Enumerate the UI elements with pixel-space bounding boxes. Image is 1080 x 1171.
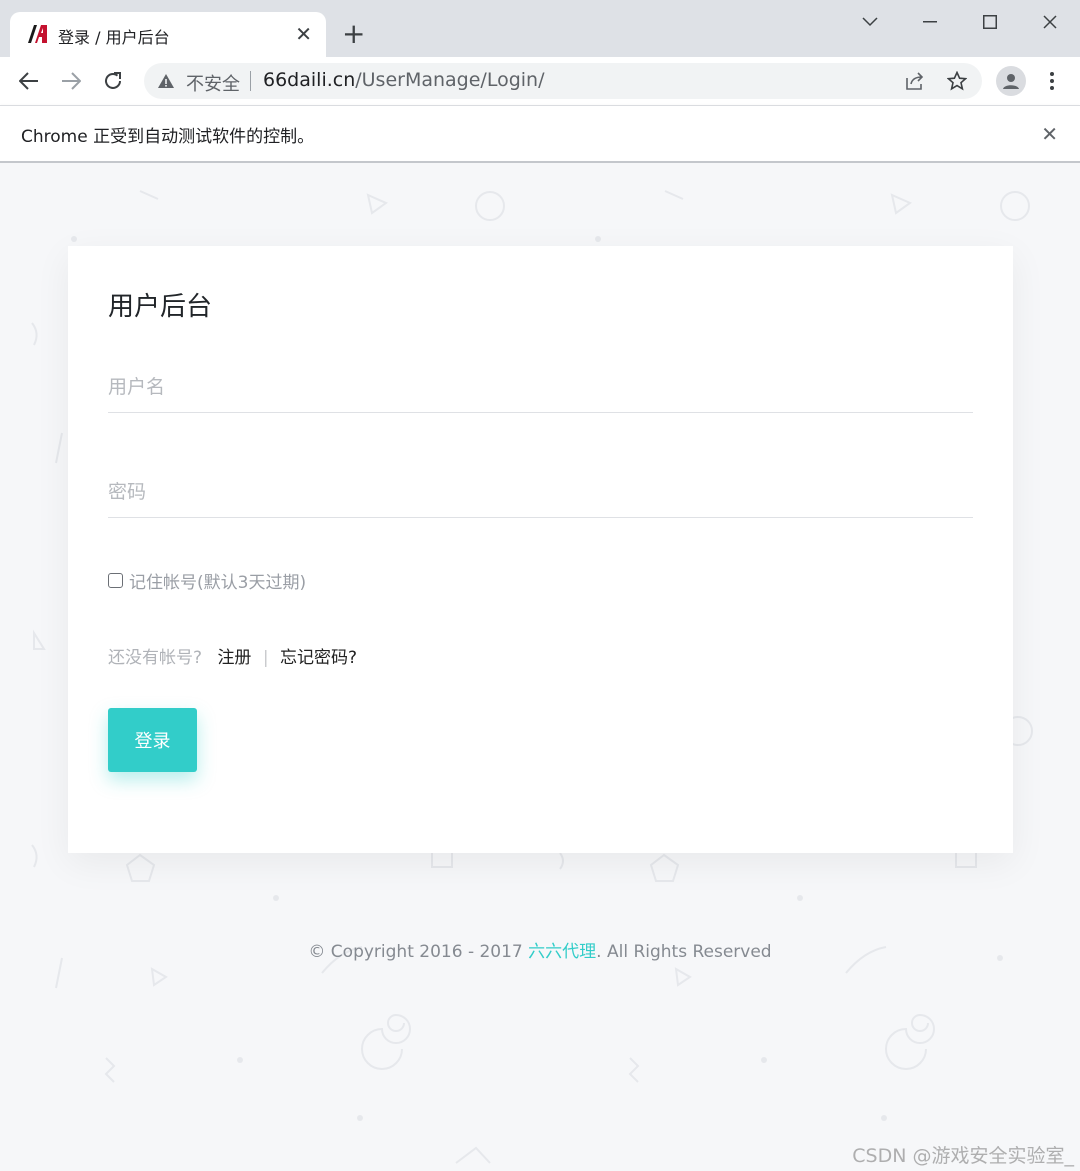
star-icon	[947, 71, 967, 91]
close-window-button[interactable]	[1030, 8, 1070, 36]
new-tab-button[interactable]: +	[342, 20, 365, 48]
page-title: 用户后台	[108, 292, 213, 322]
brand-link[interactable]: 六六代理	[528, 942, 596, 962]
browser-menu-button[interactable]	[1040, 66, 1064, 96]
reload-button[interactable]	[98, 66, 128, 96]
forgot-password-link[interactable]: 忘记密码?	[280, 648, 357, 668]
url-separator	[250, 71, 251, 91]
bookmark-button[interactable]	[946, 70, 968, 92]
share-icon	[906, 72, 924, 90]
share-button[interactable]	[904, 70, 926, 92]
menu-dots-icon	[1050, 72, 1054, 90]
footer-copyright: © Copyright 2016 - 2017 六六代理. All Rights…	[0, 937, 1080, 962]
browser-toolbar: 不安全 66daili.cn/UserManage/Login/	[0, 57, 1080, 105]
url-host: 66daili.cn	[263, 69, 356, 91]
tab-close-button[interactable]: ✕	[295, 22, 312, 46]
infobar-close-button[interactable]: ✕	[1041, 122, 1058, 146]
password-input[interactable]	[108, 466, 973, 518]
url-path: /UserManage/Login/	[355, 69, 545, 91]
link-separator: |	[262, 648, 269, 668]
tab-title: 登录 / 用户后台	[58, 28, 170, 47]
remember-me[interactable]: 记住帐号(默认3天过期)	[108, 568, 306, 593]
close-icon	[1043, 15, 1057, 29]
remember-label: 记住帐号(默认3天过期)	[129, 573, 307, 593]
warning-triangle-icon	[158, 74, 174, 88]
login-card: 用户后台 记住帐号(默认3天过期) 还没有帐号? 注册 | 忘记密码? 登录	[68, 246, 1013, 853]
forward-button[interactable]	[56, 66, 86, 96]
maximize-icon	[983, 15, 997, 29]
account-links: 还没有帐号? 注册 | 忘记密码?	[108, 643, 357, 668]
site-logo-icon	[26, 23, 48, 45]
maximize-button[interactable]	[970, 8, 1010, 36]
back-arrow-icon	[19, 72, 38, 90]
forward-arrow-icon	[62, 72, 81, 90]
url-text[interactable]: 66daili.cn/UserManage/Login/	[263, 69, 545, 91]
copyright-prefix: © Copyright 2016 - 2017	[308, 942, 529, 962]
minimize-icon	[923, 21, 937, 23]
register-link[interactable]: 注册	[217, 648, 251, 668]
watermark: CSDN @游戏安全实验室_	[852, 1145, 1074, 1167]
remember-checkbox[interactable]	[108, 573, 123, 588]
address-bar[interactable]: 不安全 66daili.cn/UserManage/Login/	[144, 63, 982, 99]
page-content: 用户后台 记住帐号(默认3天过期) 还没有帐号? 注册 | 忘记密码? 登录 ©…	[0, 163, 1080, 1171]
copyright-suffix: . All Rights Reserved	[596, 942, 772, 962]
chevron-down-icon	[862, 17, 878, 27]
reload-icon	[105, 72, 121, 89]
security-status[interactable]: 不安全	[186, 70, 240, 96]
back-button[interactable]	[14, 66, 44, 96]
infobar-message: Chrome 正受到自动测试软件的控制。	[21, 127, 315, 147]
username-input[interactable]	[108, 361, 973, 413]
minimize-button[interactable]	[910, 8, 950, 36]
browser-tab[interactable]: 登录 / 用户后台 ✕	[10, 12, 326, 57]
profile-button[interactable]	[996, 66, 1026, 96]
tab-strip: 登录 / 用户后台 ✕ +	[0, 0, 1080, 57]
automation-infobar: Chrome 正受到自动测试软件的控制。 ✕	[0, 105, 1080, 163]
tab-search-button[interactable]	[850, 8, 890, 36]
login-button[interactable]: 登录	[108, 708, 197, 772]
profile-icon	[1003, 74, 1019, 89]
no-account-text: 还没有帐号?	[108, 648, 203, 668]
